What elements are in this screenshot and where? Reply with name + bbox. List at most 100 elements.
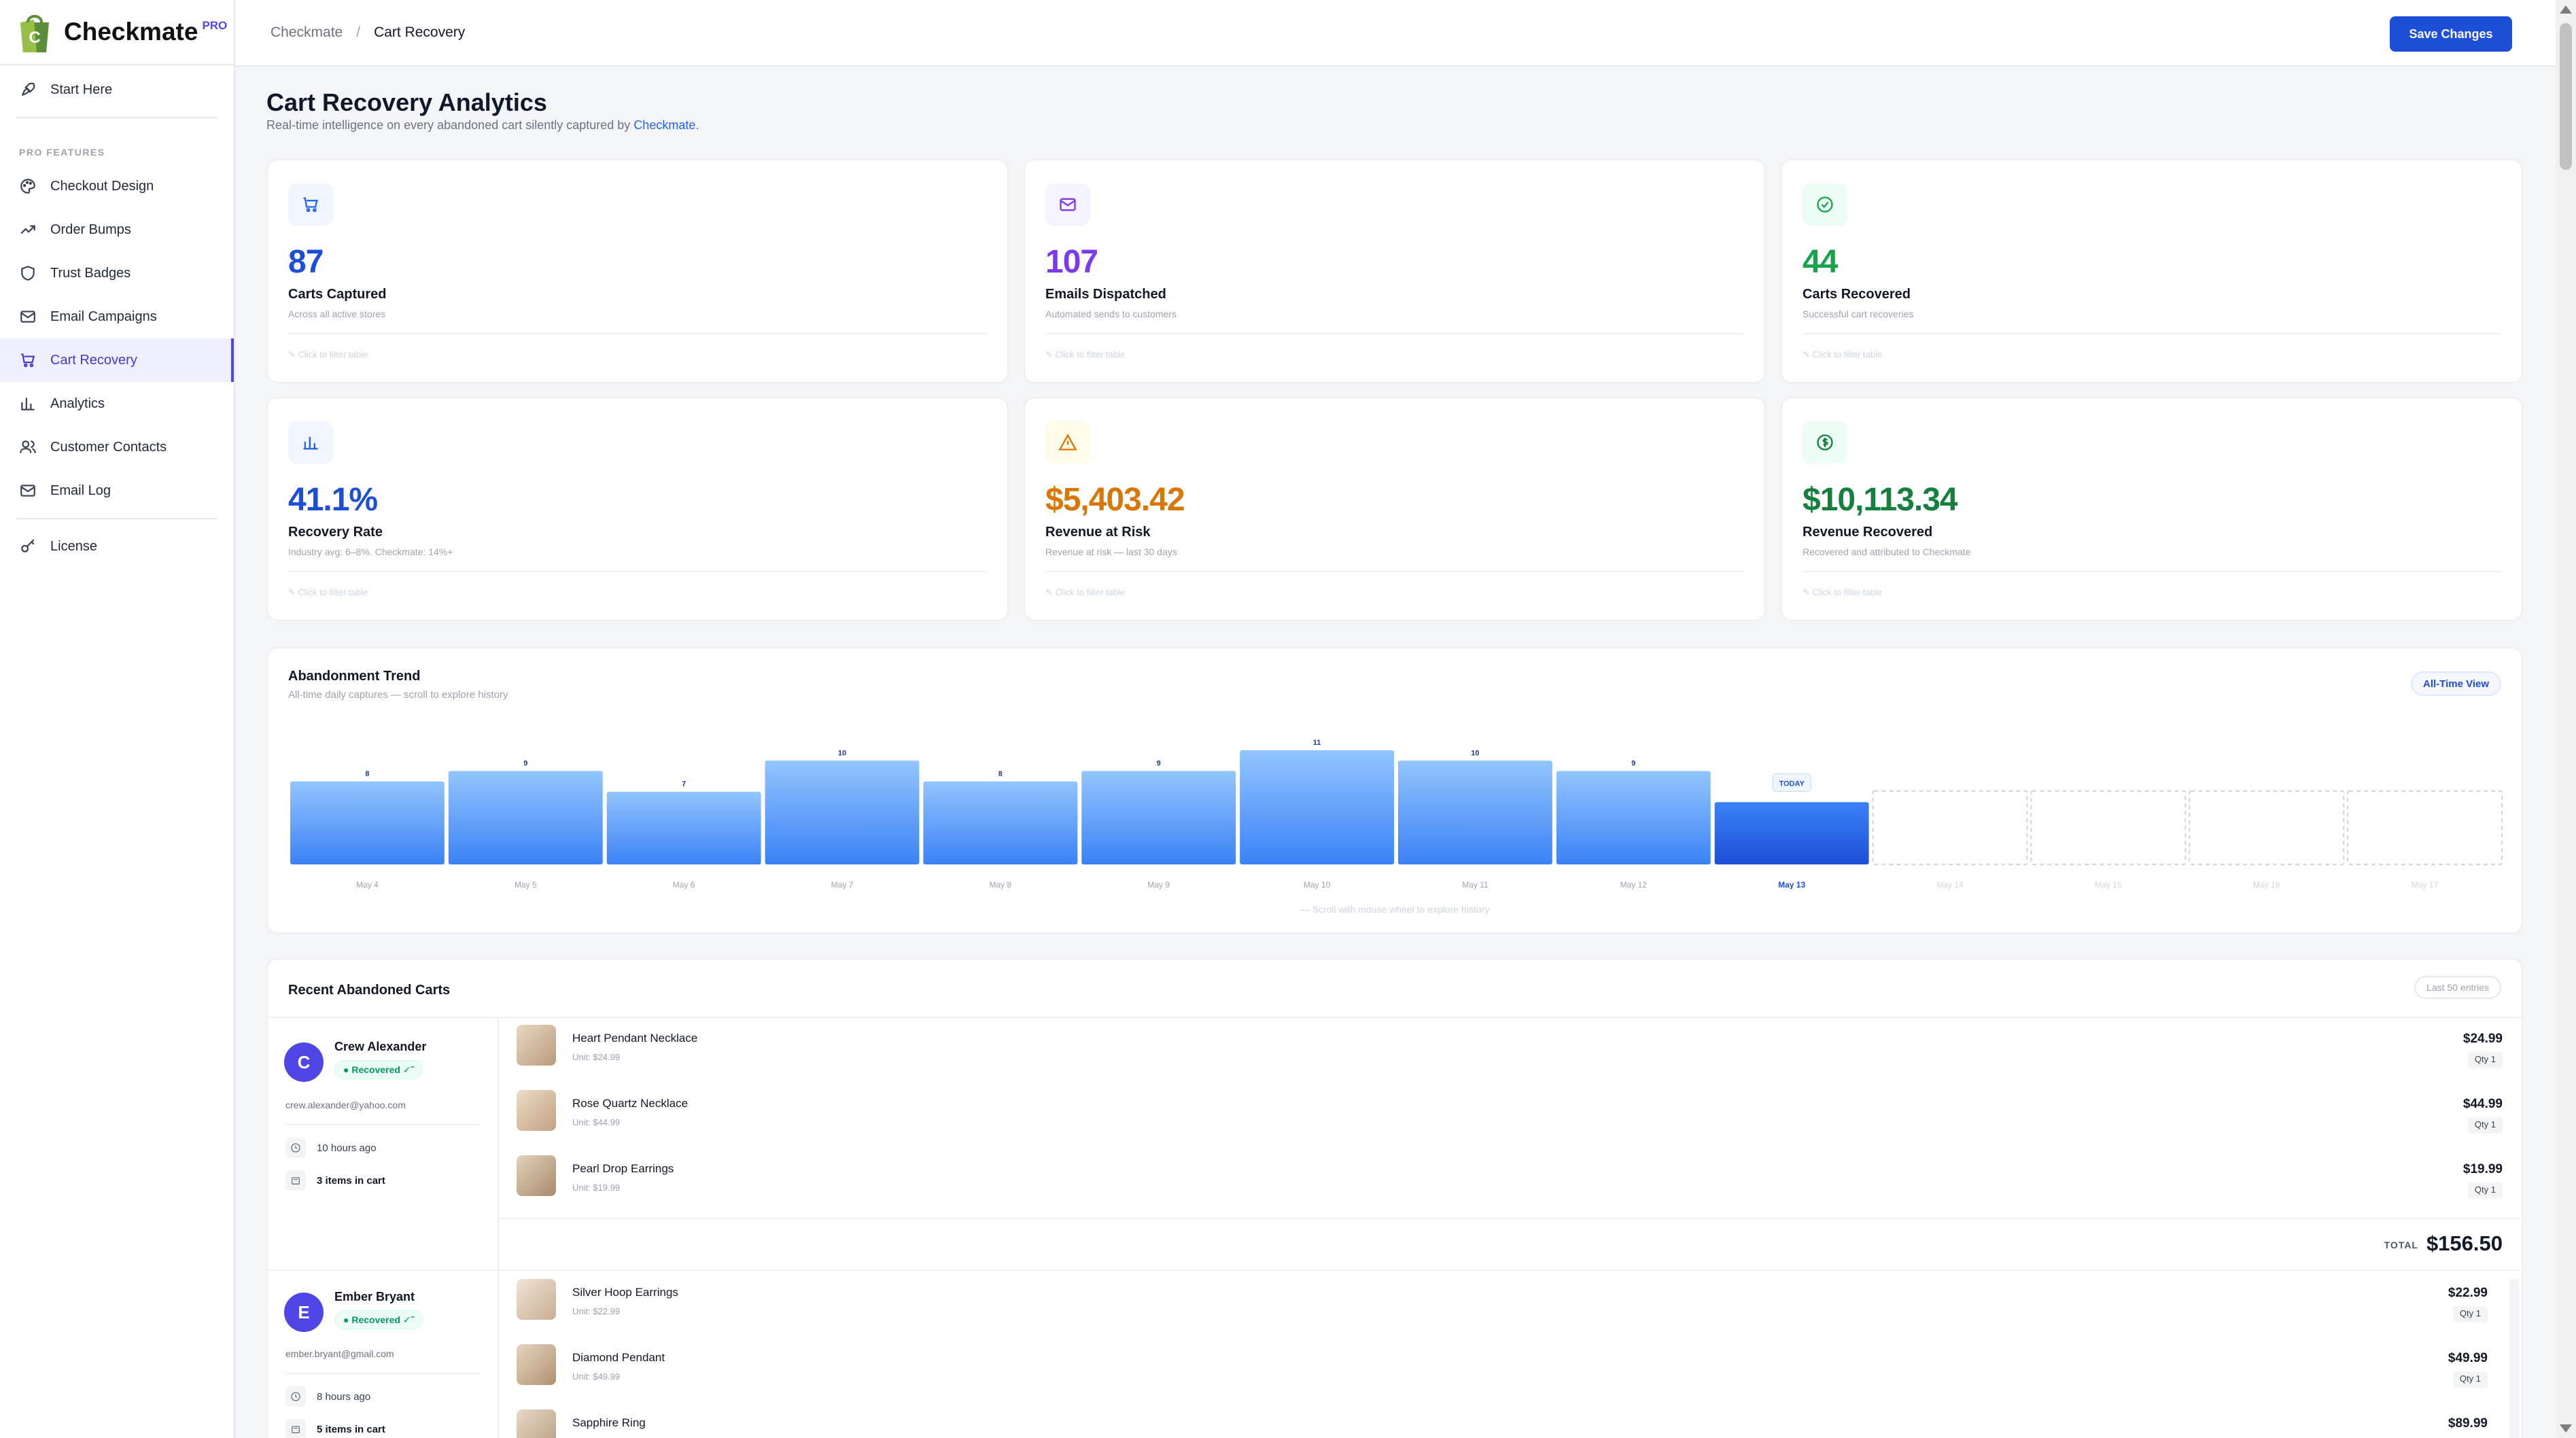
cart-icon <box>21 353 35 368</box>
shield-icon <box>21 266 35 281</box>
breadcrumb-root[interactable]: Checkmate <box>271 24 343 41</box>
stat-card-recovery-rate[interactable]: 41.1% Recovery Rate Industry avg: 6–8%. … <box>266 397 1009 621</box>
x-tick-label: May 12 <box>1620 880 1648 890</box>
items-count: 3 items in cart <box>285 1170 385 1191</box>
checkmate-link[interactable]: Checkmate <box>633 118 695 132</box>
dollar-icon <box>1817 434 1833 451</box>
empty-day-slot <box>2189 790 2345 865</box>
subtitle-end: . <box>695 118 699 132</box>
sidebar-item-start-here[interactable]: Start Here <box>0 68 234 111</box>
divider <box>1803 571 2501 572</box>
line-price: $24.99 <box>2462 1032 2503 1046</box>
mail-icon <box>1060 198 1076 211</box>
cart-line-item[interactable]: Diamond Pendant Unit: $49.99 $49.99 Qty … <box>517 1344 2507 1399</box>
x-tick-label: May 8 <box>990 880 1012 890</box>
brand[interactable]: C Checkmate PRO <box>0 0 234 65</box>
sidebar-item-checkout-design[interactable]: Checkout Design <box>0 164 234 208</box>
stat-label: Recovery Rate <box>288 525 383 540</box>
stat-card-revenue-recovered[interactable]: $10,113.34 Revenue Recovered Recovered a… <box>1781 397 2523 621</box>
stat-value: 107 <box>1045 244 1098 280</box>
product-thumbnail <box>517 1279 556 1320</box>
scroll-down-arrow[interactable] <box>2560 1424 2572 1433</box>
all-time-view-button[interactable]: All-Time View <box>2411 671 2501 696</box>
scroll-hint: — Scroll with mouse wheel to explore his… <box>1300 904 1490 915</box>
customer-panel[interactable]: C Crew Alexander ● Recovered ✓˜ crew.ale… <box>268 1018 499 1269</box>
divider <box>288 333 987 334</box>
key-icon <box>21 539 35 553</box>
cart-line-item[interactable]: Pearl Drop Earrings Unit: $19.99 $19.99 … <box>517 1155 2522 1210</box>
x-tick-label: May 7 <box>831 880 854 890</box>
x-tick-label: May 4 <box>356 880 379 890</box>
customer-panel[interactable]: E Ember Bryant ● Recovered ✓˜ ember.brya… <box>268 1271 499 1438</box>
cart-line-item[interactable]: Heart Pendant Necklace Unit: $24.99 $24.… <box>517 1025 2522 1079</box>
stat-card-carts-captured[interactable]: 87 Carts Captured Across all active stor… <box>266 159 1009 383</box>
filter-hint[interactable]: ✎ Click to filter table <box>1803 349 1882 360</box>
clock-icon <box>285 1386 306 1407</box>
mail-icon <box>20 311 35 323</box>
filter-hint[interactable]: ✎ Click to filter table <box>1045 587 1125 598</box>
filter-hint[interactable]: ✎ Click to filter table <box>288 587 368 598</box>
trend-title: Abandonment Trend <box>288 669 421 684</box>
stat-sublabel: Recovered and attributed to Checkmate <box>1803 546 1971 557</box>
stat-sublabel: Successful cart recoveries <box>1803 309 1914 319</box>
save-changes-button[interactable]: Save Changes <box>2390 16 2512 52</box>
bar-chart-icon <box>303 436 318 450</box>
divider <box>288 571 987 572</box>
filter-hint[interactable]: ✎ Click to filter table <box>1803 587 1882 598</box>
x-tick-label: May 14 <box>1936 880 1964 890</box>
pro-badge: PRO <box>202 19 228 32</box>
cart-line-item[interactable]: Rose Quartz Necklace Unit: $44.99 $44.99… <box>517 1090 2522 1144</box>
sidebar-item-email-campaigns[interactable]: Email Campaigns <box>0 295 234 338</box>
page-title: Cart Recovery Analytics <box>266 88 547 116</box>
product-name: Sapphire Ring <box>572 1416 646 1429</box>
trend-bar <box>765 760 920 864</box>
items-count: 5 items in cart <box>285 1419 385 1438</box>
trend-bar <box>290 781 445 864</box>
unit-price: Unit: $49.99 <box>572 1371 621 1382</box>
sidebar-item-analytics[interactable]: Analytics <box>0 382 234 425</box>
sidebar-item-label: Analytics <box>50 396 105 411</box>
sidebar-item-license[interactable]: License <box>0 525 234 568</box>
app-root: C Checkmate PRO Start Here PRO FEATURES … <box>0 0 2576 1438</box>
unit-price: Unit: $44.99 <box>572 1117 621 1127</box>
trend-bar <box>1714 802 1869 864</box>
stat-value: $10,113.34 <box>1803 482 1958 518</box>
total-value: $156.50 <box>2426 1231 2503 1255</box>
filter-hint[interactable]: ✎ Click to filter table <box>288 349 368 360</box>
rocket-icon <box>21 82 35 97</box>
items-count-text: 3 items in cart <box>317 1174 385 1187</box>
stat-label: Emails Dispatched <box>1045 287 1166 302</box>
stat-label: Carts Recovered <box>1803 287 1911 302</box>
page-scrollbar[interactable] <box>2556 0 2576 1438</box>
cart-line-item[interactable]: Silver Hoop Earrings Unit: $22.99 $22.99… <box>517 1279 2507 1333</box>
bar-value-label: 7 <box>682 780 686 788</box>
warning-icon-box <box>1045 421 1090 463</box>
page-subtitle: Real-time intelligence on every abandone… <box>266 118 699 133</box>
cart-items-scrollbar[interactable] <box>2509 1279 2519 1438</box>
sidebar-item-email-log[interactable]: Email Log <box>0 469 234 512</box>
stat-card-emails-dispatched[interactable]: 107 Emails Dispatched Automated sends to… <box>1024 159 1766 383</box>
status-badge: ● Recovered ✓˜ <box>334 1310 423 1329</box>
x-tick-label: May 5 <box>515 880 537 890</box>
time-text: 10 hours ago <box>317 1142 377 1154</box>
sidebar-item-trust-badges[interactable]: Trust Badges <box>0 251 234 295</box>
sidebar-item-order-bumps[interactable]: Order Bumps <box>0 208 234 251</box>
cart-line-item[interactable]: Sapphire Ring $89.99 <box>517 1409 2507 1438</box>
product-name: Rose Quartz Necklace <box>572 1097 689 1110</box>
product-name: Diamond Pendant <box>572 1351 665 1364</box>
subtitle-text: Real-time intelligence on every abandone… <box>266 118 634 132</box>
sidebar-item-customer-contacts[interactable]: Customer Contacts <box>0 425 234 469</box>
stat-card-revenue-at-risk[interactable]: $5,403.42 Revenue at Risk Revenue at ris… <box>1024 397 1766 621</box>
filter-hint[interactable]: ✎ Click to filter table <box>1045 349 1125 360</box>
customer-email: ember.bryant@gmail.com <box>285 1348 394 1359</box>
abandonment-bar-chart[interactable]: 8 May 4 9 May 5 7 May 6 10 May 7 8 May 8 9 May 9 11 M… <box>288 723 2504 907</box>
stat-card-carts-recovered[interactable]: 44 Carts Recovered Successful cart recov… <box>1781 159 2523 383</box>
scroll-up-arrow[interactable] <box>2560 5 2572 14</box>
shopping-bag-logo-icon: C <box>20 15 49 52</box>
sidebar-item-label: Checkout Design <box>50 178 154 194</box>
trend-bar <box>1556 771 1711 864</box>
empty-day-slot <box>2030 790 2187 865</box>
product-thumbnail <box>517 1344 556 1385</box>
sidebar-item-cart-recovery[interactable]: Cart Recovery <box>0 338 234 382</box>
scrollbar-thumb[interactable] <box>2560 23 2572 170</box>
